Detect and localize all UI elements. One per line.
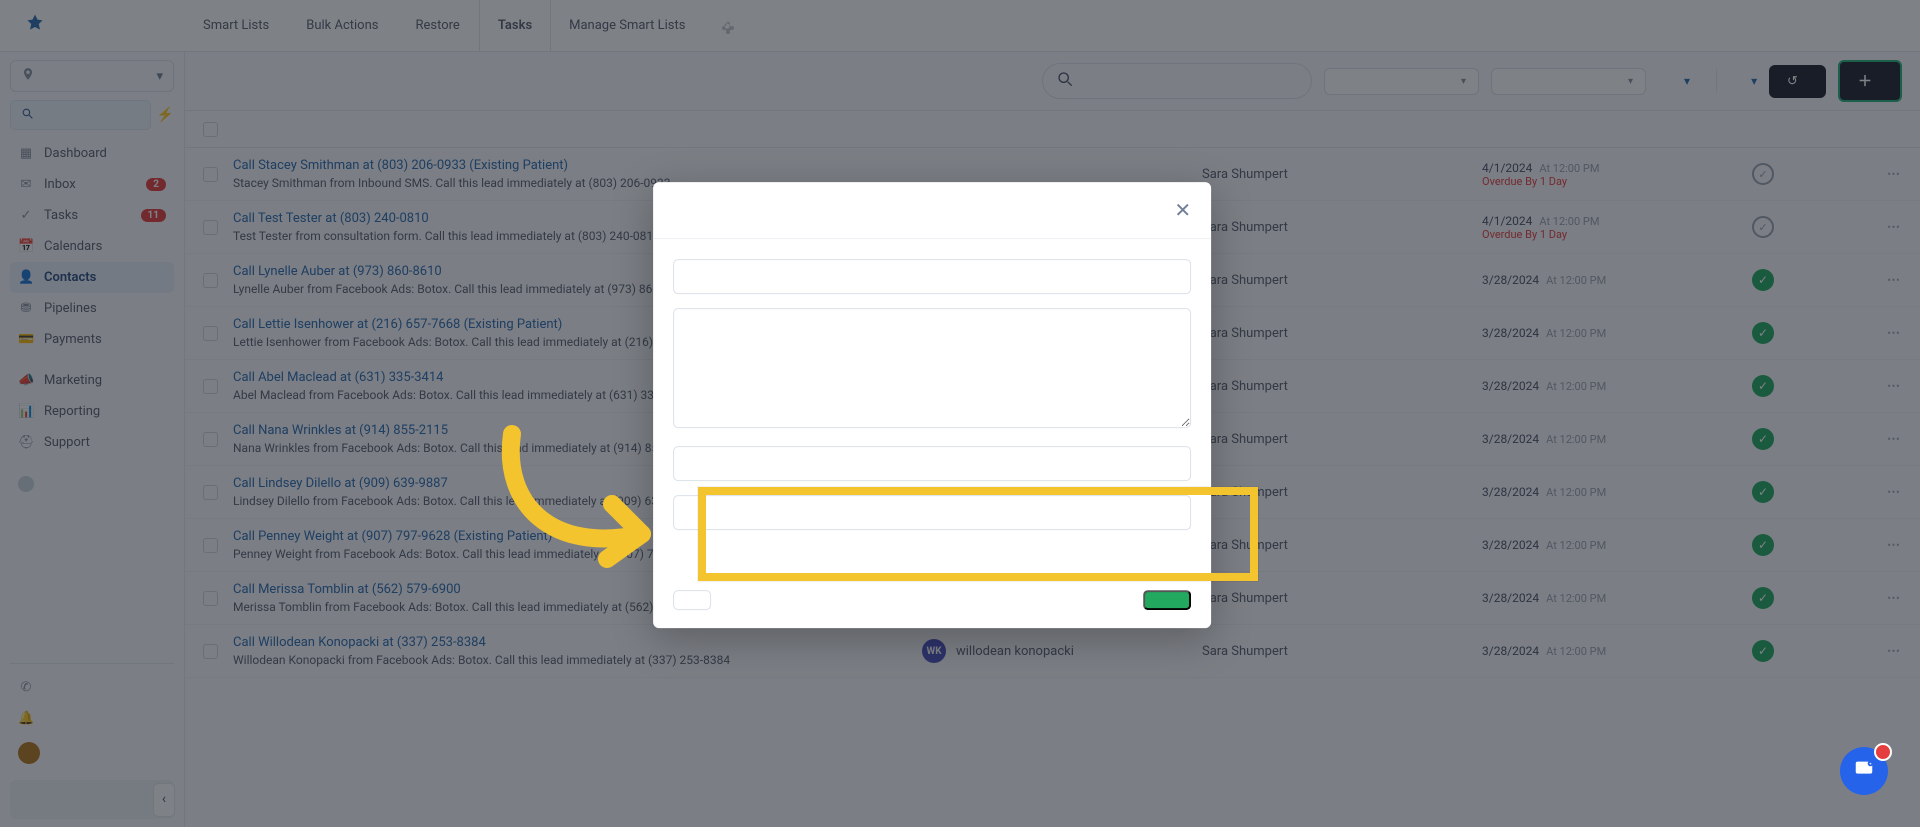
task-title-input[interactable]	[673, 259, 1191, 294]
svg-text:+: +	[1869, 762, 1872, 767]
close-icon[interactable]: ✕	[1174, 198, 1191, 222]
contact-select[interactable]	[673, 495, 1191, 530]
duedate-value[interactable]	[673, 544, 1191, 556]
chat-icon: +	[1853, 758, 1875, 785]
assignee-select[interactable]	[673, 446, 1191, 481]
add-task-modal: ✕	[653, 182, 1211, 628]
cancel-button[interactable]	[673, 590, 711, 610]
chat-fab[interactable]: +	[1840, 747, 1888, 795]
task-description-input[interactable]	[673, 308, 1191, 428]
save-button[interactable]	[1143, 590, 1191, 610]
fab-badge	[1874, 743, 1892, 761]
